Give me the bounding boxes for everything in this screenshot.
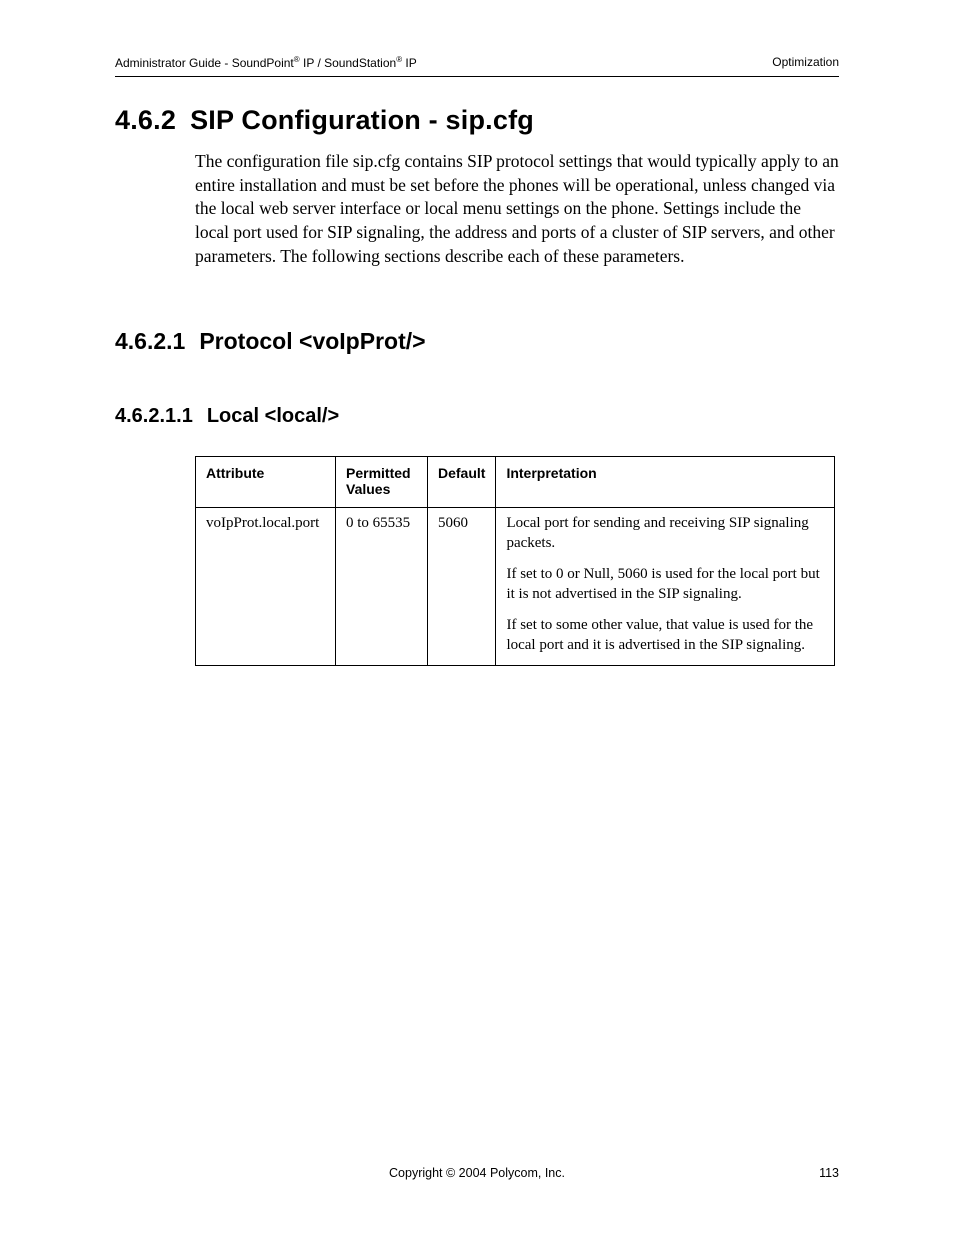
th-attribute: Attribute: [196, 457, 336, 508]
cell-interpretation: If set to some other value, that value i…: [496, 610, 835, 666]
page-content: Administrator Guide - SoundPoint® IP / S…: [0, 0, 954, 666]
attribute-table: Attribute Permitted Values Default Inter…: [195, 456, 835, 666]
header-right: Optimization: [772, 55, 839, 70]
footer-page-number: 113: [819, 1166, 839, 1180]
header-left: Administrator Guide - SoundPoint® IP / S…: [115, 55, 417, 70]
header-rule: [115, 76, 839, 77]
heading-number: 4.6.2.1: [115, 328, 185, 355]
page-footer: Copyright © 2004 Polycom, Inc. 113: [115, 1166, 839, 1180]
heading-title: Local <local/>: [207, 405, 339, 427]
table-row: voIpProt.local.port 0 to 65535 5060 Loca…: [196, 508, 835, 560]
cell-empty: [196, 610, 336, 666]
th-default: Default: [428, 457, 496, 508]
heading-number: 4.6.2.1.1: [115, 405, 193, 428]
cell-interpretation: Local port for sending and receiving SIP…: [496, 508, 835, 560]
cell-attribute: voIpProt.local.port: [196, 508, 336, 560]
cell-empty: [336, 559, 428, 610]
cell-default: 5060: [428, 508, 496, 560]
heading-4-6-2-1-1: 4.6.2.1.1 Local <local/>: [115, 405, 839, 428]
cell-interpretation: If set to 0 or Null, 5060 is used for th…: [496, 559, 835, 610]
th-permitted: Permitted Values: [336, 457, 428, 508]
heading-4-6-2: 4.6.2 SIP Configuration - sip.cfg: [115, 105, 839, 136]
heading-title: Protocol <voIpProt/>: [199, 328, 425, 354]
page-header: Administrator Guide - SoundPoint® IP / S…: [115, 55, 839, 70]
cell-empty: [196, 559, 336, 610]
cell-empty: [428, 559, 496, 610]
table-row: If set to some other value, that value i…: [196, 610, 835, 666]
table-header-row: Attribute Permitted Values Default Inter…: [196, 457, 835, 508]
heading-title: SIP Configuration - sip.cfg: [190, 105, 534, 135]
table-row: If set to 0 or Null, 5060 is used for th…: [196, 559, 835, 610]
heading-number: 4.6.2: [115, 105, 176, 136]
cell-empty: [428, 610, 496, 666]
intro-paragraph: The configuration file sip.cfg contains …: [195, 150, 839, 268]
footer-copyright: Copyright © 2004 Polycom, Inc.: [389, 1166, 565, 1180]
th-interpretation: Interpretation: [496, 457, 835, 508]
cell-permitted: 0 to 65535: [336, 508, 428, 560]
cell-empty: [336, 610, 428, 666]
heading-4-6-2-1: 4.6.2.1 Protocol <voIpProt/>: [115, 328, 839, 355]
